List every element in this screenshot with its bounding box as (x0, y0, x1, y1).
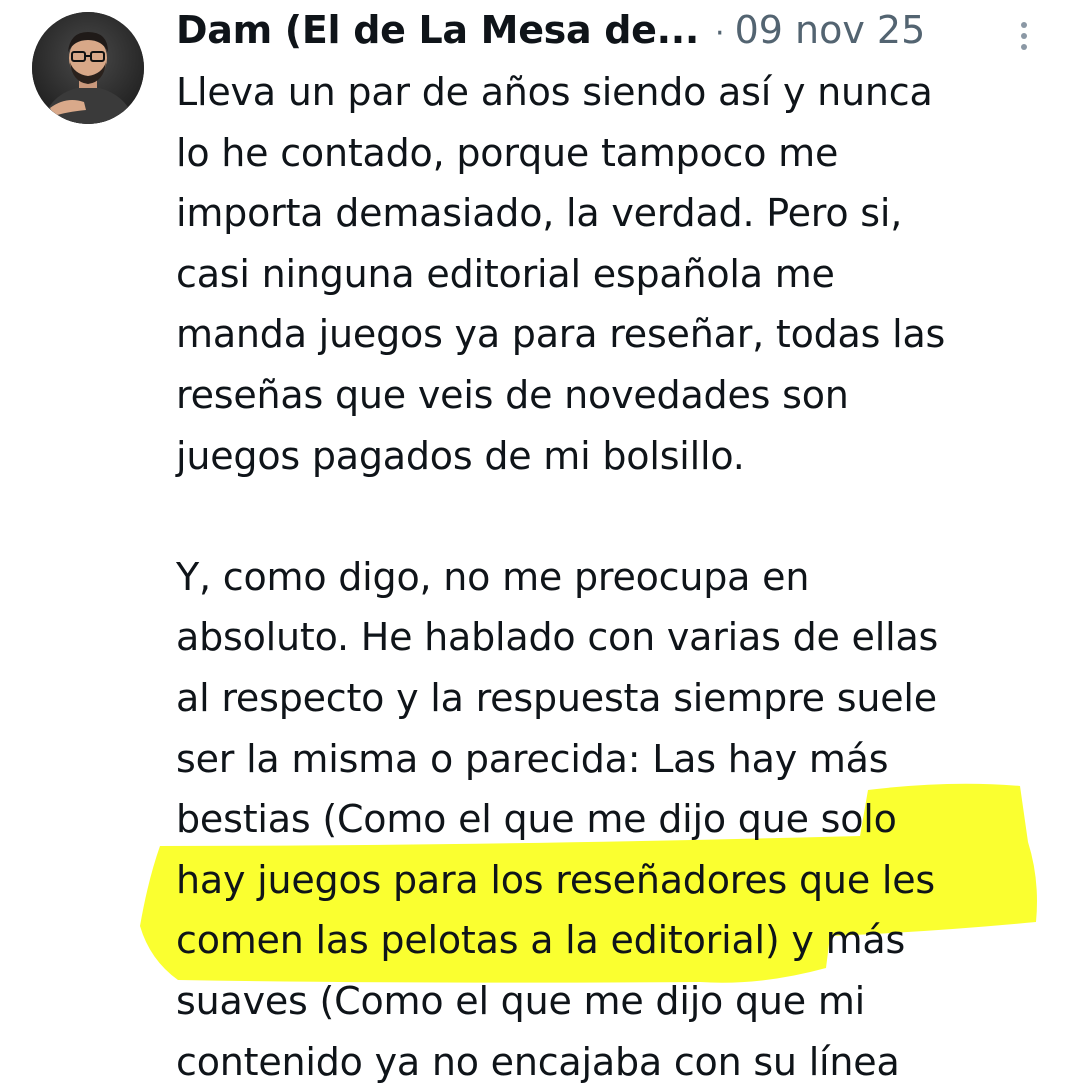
body-line: ser la misma o parecida: Las hay más (176, 729, 1056, 790)
more-options-icon-dot (1021, 44, 1027, 50)
body-line: bestias (Como el que me dijo que solo (176, 789, 1056, 850)
body-line: Y, como digo, no me preocupa en (176, 547, 1056, 608)
body-line: lo he contado, porque tampoco me (176, 123, 1056, 184)
body-line: al respecto y la respuesta siempre suele (176, 668, 1056, 729)
separator-dot: · (715, 16, 725, 51)
more-options-button[interactable] (1006, 14, 1042, 58)
post-header: Dam (El de La Mesa de... · 09 nov 25 (176, 8, 925, 58)
body-line: juegos pagados de mi bolsillo. (176, 426, 1056, 487)
paragraph-break (176, 486, 1056, 547)
body-line: manda juegos ya para reseñar, todas las (176, 304, 1056, 365)
body-line: contenido ya no encajaba con su línea (176, 1032, 1056, 1092)
body-line: importa demasiado, la verdad. Pero si, (176, 183, 1056, 244)
body-line: comen las pelotas a la editorial) y más (176, 910, 1056, 971)
body-line: suaves (Como el que me dijo que mi (176, 971, 1056, 1032)
body-line: hay juegos para los reseñadores que les (176, 850, 1056, 911)
body-line: casi ninguna editorial española me (176, 244, 1056, 305)
post-body: Lleva un par de años siendo así y nunca … (176, 62, 1056, 1092)
avatar[interactable] (32, 12, 144, 124)
more-options-icon-dot (1021, 33, 1027, 39)
tweet: Dam (El de La Mesa de... · 09 nov 25 Lle… (0, 0, 1080, 1065)
author-name[interactable]: Dam (El de La Mesa de... (176, 8, 699, 52)
avatar-photo-icon (32, 12, 144, 124)
body-line: absoluto. He hablado con varias de ellas (176, 607, 1056, 668)
body-line: reseñas que veis de novedades son (176, 365, 1056, 426)
more-options-icon (1021, 22, 1027, 28)
post-date[interactable]: 09 nov 25 (735, 8, 926, 52)
body-line: Lleva un par de años siendo así y nunca (176, 62, 1056, 123)
